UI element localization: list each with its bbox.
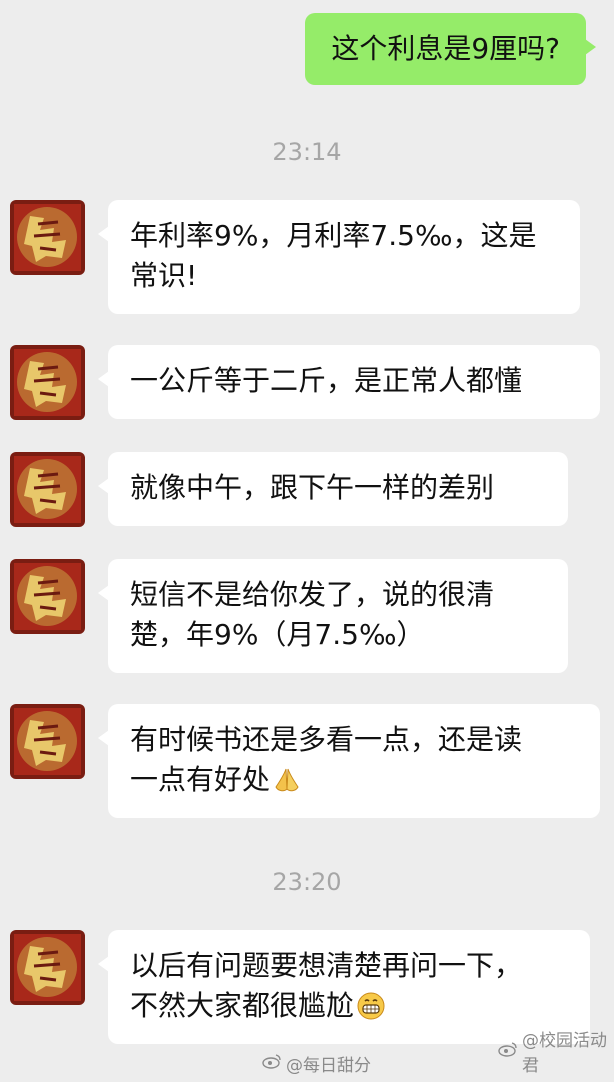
received-message-bubble[interactable]: 就像中午，跟下午一样的差别: [98, 452, 568, 526]
message-line: 以后有问题要想清楚再问一下，: [130, 949, 523, 982]
message-line: 有时候书还是多看一点，还是读: [130, 723, 523, 756]
avatar[interactable]: [10, 200, 85, 275]
grin-emoji-icon: [356, 991, 386, 1032]
message-line: 常识!: [130, 259, 198, 292]
watermark-right: @校园活动君: [498, 1026, 614, 1076]
pray-hands-emoji-icon: [272, 765, 302, 806]
watermark-right-text: @校园活动君: [522, 1031, 607, 1076]
message-line: 楚，年9%（月7.5‰）: [130, 618, 425, 651]
received-message-bubble[interactable]: 短信不是给你发了，说的很清 楚，年9%（月7.5‰）: [98, 559, 568, 673]
message-line: 短信不是给你发了，说的很清: [130, 578, 495, 611]
received-message-bubble[interactable]: 一公斤等于二斤，是正常人都懂: [98, 345, 600, 419]
fu-character-avatar-icon: [10, 452, 85, 527]
received-message-bubble[interactable]: 有时候书还是多看一点，还是读 一点有好处: [98, 704, 600, 818]
message-line: 年利率9%，月利率7.5‰，这是: [130, 219, 537, 252]
sent-message-bubble[interactable]: 这个利息是9厘吗?: [305, 13, 596, 85]
fu-character-avatar-icon: [10, 559, 85, 634]
avatar[interactable]: [10, 704, 85, 779]
message-line-text: 一点有好处: [130, 763, 271, 796]
message-line: 一公斤等于二斤，是正常人都懂: [130, 364, 523, 397]
weibo-icon: [262, 1053, 282, 1074]
received-message-bubble[interactable]: 年利率9%，月利率7.5‰，这是 常识!: [98, 200, 580, 314]
timestamp: 23:14: [272, 138, 342, 166]
fu-character-avatar-icon: [10, 345, 85, 420]
fu-character-avatar-icon: [10, 704, 85, 779]
message-line-text: 不然大家都很尴尬: [130, 989, 355, 1022]
fu-character-avatar-icon: [10, 200, 85, 275]
message-line: 就像中午，跟下午一样的差别: [130, 471, 495, 504]
avatar[interactable]: [10, 345, 85, 420]
fu-character-avatar-icon: [10, 930, 85, 1005]
message-line-with-emoji: 一点有好处: [130, 760, 578, 806]
watermark-left-text: @每日甜分: [286, 1056, 371, 1076]
timestamp: 23:20: [272, 868, 342, 896]
watermark-left: @每日甜分: [262, 1051, 371, 1076]
weibo-icon: [498, 1041, 518, 1062]
avatar[interactable]: [10, 452, 85, 527]
avatar[interactable]: [10, 930, 85, 1005]
sent-message-text: 这个利息是9厘吗?: [331, 32, 560, 65]
avatar[interactable]: [10, 559, 85, 634]
